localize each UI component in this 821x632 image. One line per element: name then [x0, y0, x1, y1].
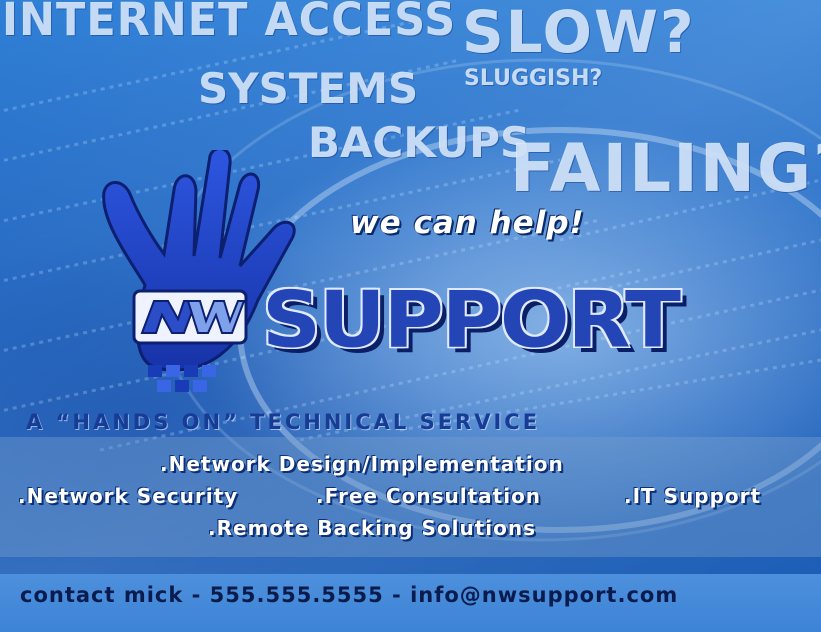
service-remote-backing: .Remote Backing Solutions: [208, 516, 537, 540]
service-it-support: .IT Support: [624, 484, 762, 508]
headline-sluggish: SLUGGISH?: [464, 66, 603, 91]
headline-backups: BACKUPS: [308, 118, 531, 167]
service-network-security: .Network Security: [18, 484, 239, 508]
brand-subtitle: A “HANDS ON” TECHNICAL SERVICE: [26, 410, 541, 434]
advertisement-poster: INTERNET ACCESS SLOW? SYSTEMS SLUGGISH? …: [0, 0, 821, 632]
headline-failing: FAILING?: [510, 130, 821, 207]
service-network-design: .Network Design/Implementation: [160, 452, 564, 476]
nw-logo: [132, 289, 248, 345]
service-free-consultation: .Free Consultation: [316, 484, 542, 508]
headline-internet-access: INTERNET ACCESS: [2, 0, 457, 47]
tagline: we can help!: [350, 205, 585, 241]
headline-systems: SYSTEMS: [198, 64, 419, 113]
brand-word: SUPPORT: [262, 275, 681, 366]
contact-line: contact mick - 555.555.5555 - info@nwsup…: [20, 583, 679, 607]
headline-slow: SLOW?: [462, 0, 696, 66]
